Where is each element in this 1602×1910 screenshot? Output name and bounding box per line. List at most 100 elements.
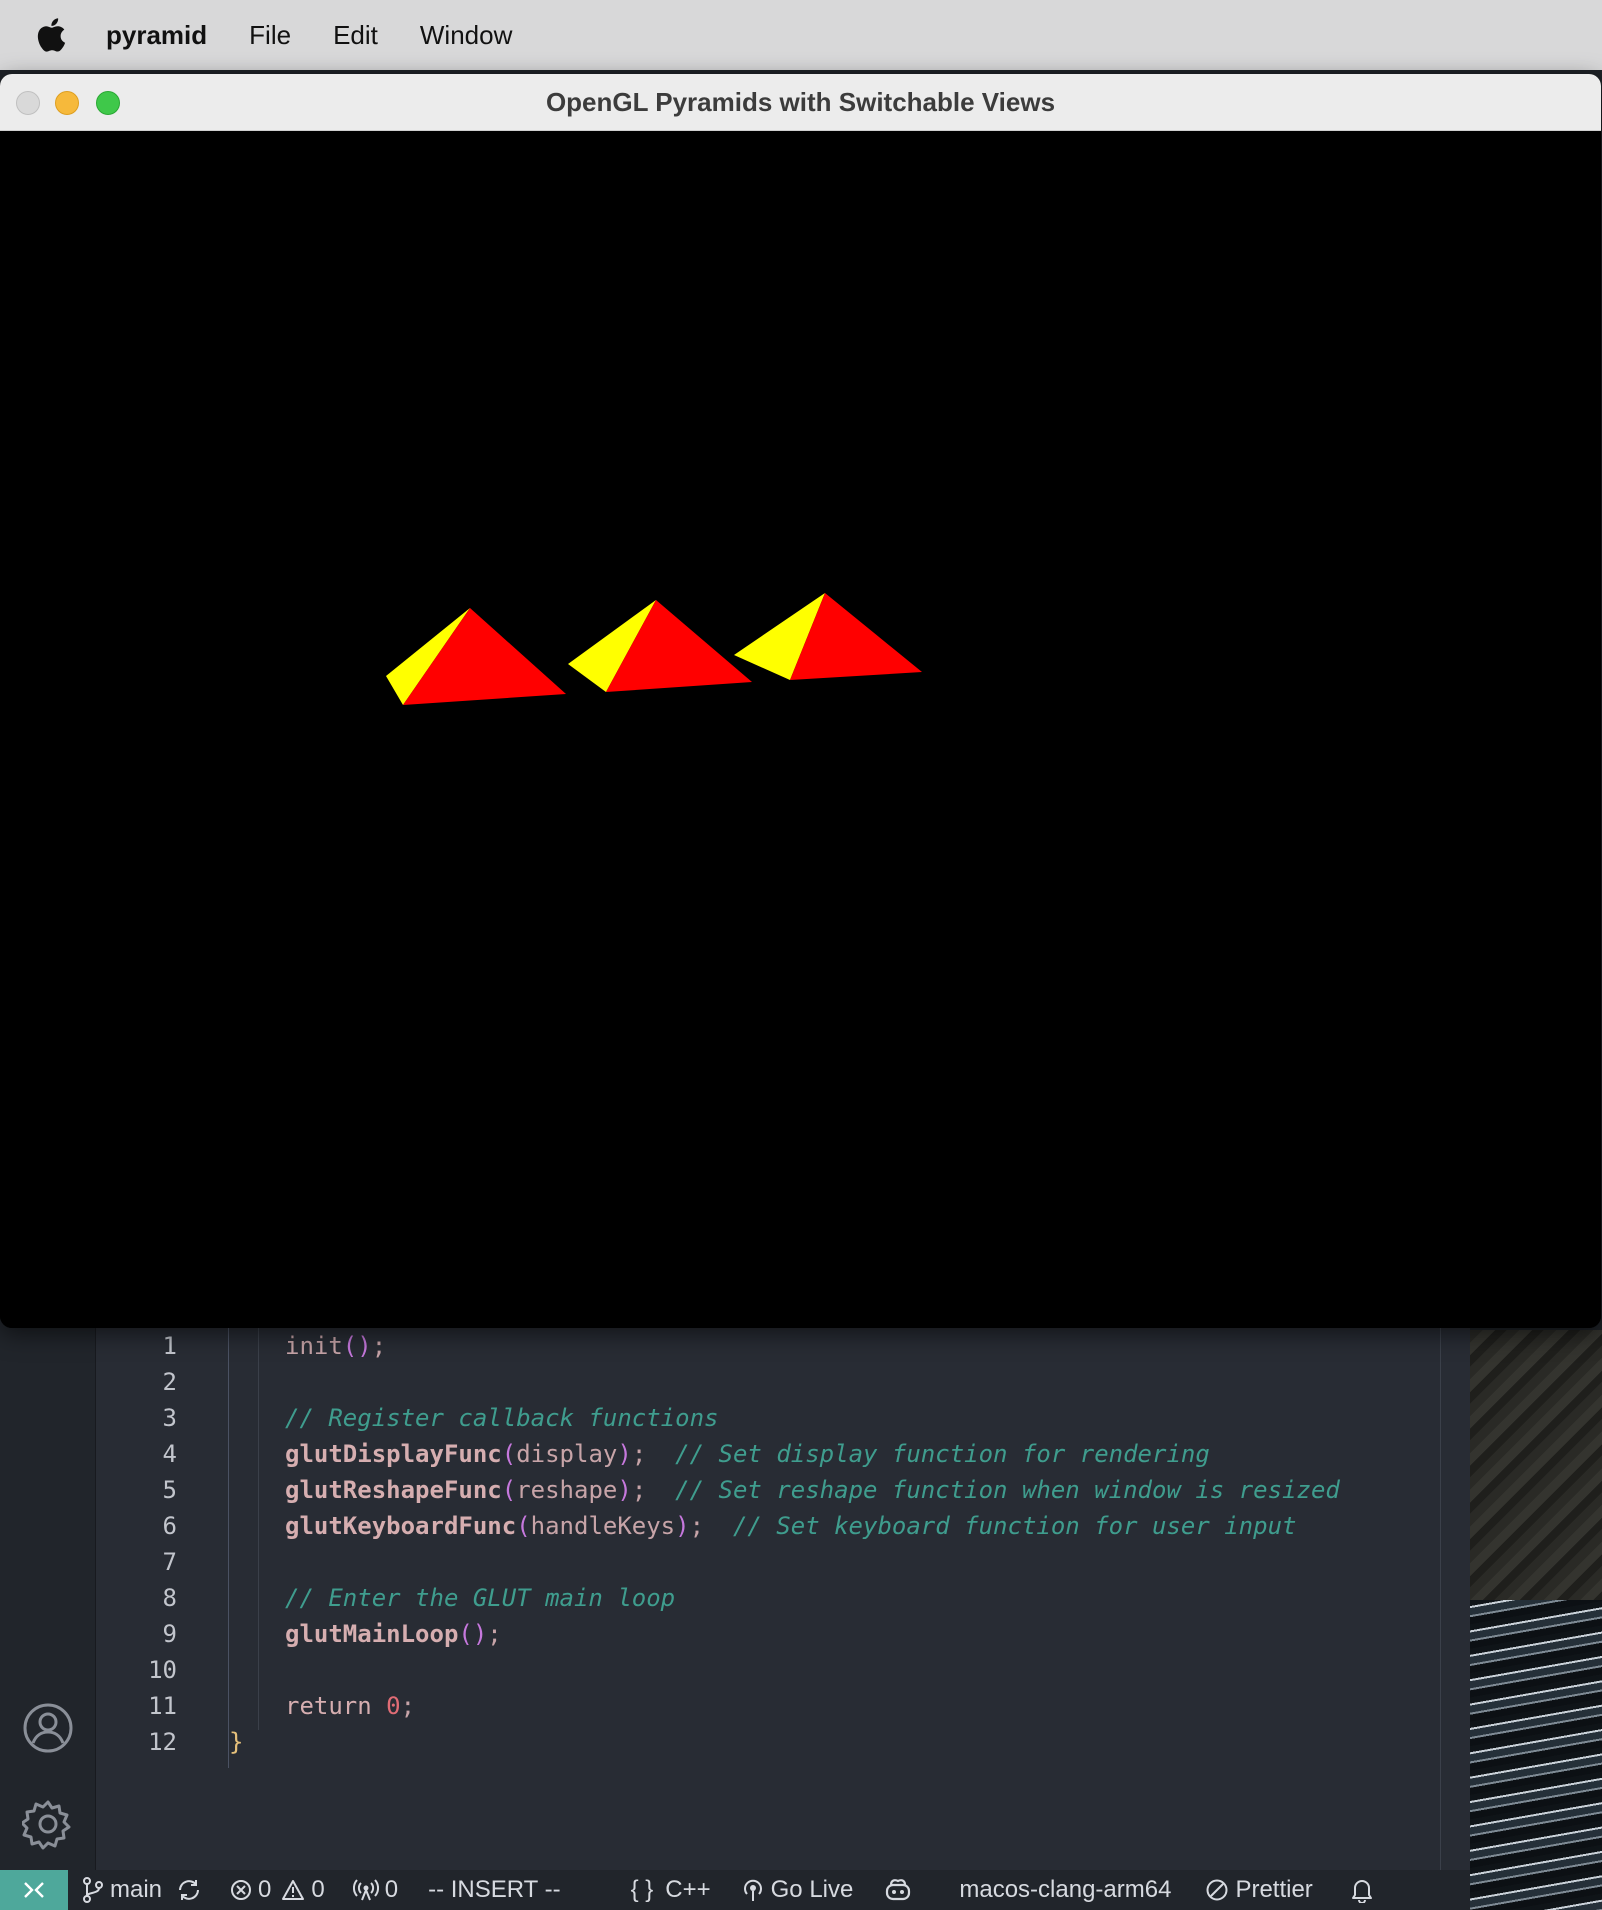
line-number: 6 [162,1512,177,1540]
line-number: 7 [162,1548,177,1576]
wallpaper-rock [1470,1330,1602,1600]
code-line[interactable]: 5 glutReshapeFunc(reshape); // Set reshap… [95,1472,1435,1508]
code-line[interactable]: 9 glutMainLoop(); [95,1616,1435,1652]
window-title: OpenGL Pyramids with Switchable Views [545,86,1056,117]
code-token: ) [675,1512,690,1540]
code-line[interactable]: 7 [95,1544,1435,1580]
code-token: // Set reshape function when window is r… [675,1476,1340,1504]
settings-gear-icon[interactable] [20,1798,74,1850]
git-branch-icon [83,1877,103,1903]
line-code: } [229,1724,243,1760]
sync-button[interactable] [176,1877,208,1903]
menu-window[interactable]: Window [420,0,512,70]
code-token: // Enter the GLUT main loop [285,1584,676,1612]
code-token: glutReshapeFunc [285,1476,502,1504]
error-count: 0 [258,1876,272,1903]
prettier-status[interactable]: Prettier [1205,1876,1313,1904]
go-live-button[interactable]: Go Live [741,1876,854,1904]
code-token: ; [371,1332,387,1360]
line-code: glutMainLoop(); [285,1616,502,1652]
braces-icon: { } [630,1876,654,1903]
line-number: 3 [162,1404,177,1432]
vim-mode: -- INSERT -- [428,1876,561,1903]
code-token: 0 [386,1692,401,1720]
copilot-button[interactable] [883,1877,919,1903]
branch-name: main [110,1876,163,1903]
broadcast-icon [352,1879,379,1901]
wallpaper-water [1470,1600,1602,1910]
gl-viewport[interactable] [0,131,1601,1328]
code-token: init [285,1332,343,1360]
line-number: 11 [148,1692,177,1720]
code-token: ( [501,1440,517,1468]
code-line[interactable]: 11 return 0; [95,1688,1435,1724]
broadcast-live-icon [743,1879,762,1901]
window-minimize-button[interactable] [55,91,79,115]
code-token: () [458,1620,488,1648]
line-number: 9 [162,1620,177,1648]
code-token: ; [400,1692,416,1720]
language-label: C++ [665,1876,711,1903]
line-code: return 0; [285,1688,415,1724]
line-code: glutKeyboardFunc(handleKeys); // Set key… [285,1508,1296,1544]
window-zoom-button[interactable] [96,91,120,115]
sync-icon [179,1880,200,1900]
cmake-config[interactable]: macos-clang-arm64 [959,1876,1171,1904]
warning-icon [282,1880,305,1900]
ports-status[interactable]: 0 [352,1876,399,1904]
activity-bar [0,1320,96,1870]
code-token: // Register callback functions [285,1404,719,1432]
pyramid-scene [386,593,922,705]
minimap-border [1440,1320,1441,1870]
code-token: ; [689,1512,733,1540]
remote-indicator[interactable] [0,1870,68,1910]
notifications-button[interactable] [1351,1877,1379,1903]
accounts-icon[interactable] [22,1702,74,1754]
code-line[interactable]: 12} [95,1724,1435,1760]
pyramid-2 [568,600,752,692]
bell-icon [1351,1880,1372,1903]
code-line[interactable]: 6 glutKeyboardFunc(handleKeys); // Set ke… [95,1508,1435,1544]
go-live-label: Go Live [770,1876,854,1903]
code-token: display [516,1440,618,1468]
window-close-button[interactable] [16,91,40,115]
code-line[interactable]: 8 // Enter the GLUT main loop [95,1580,1435,1616]
code-token: ) [617,1476,632,1504]
menu-file[interactable]: File [249,0,291,70]
code-line[interactable]: 3 // Register callback functions [95,1400,1435,1436]
pyramid-3 [734,593,922,680]
line-code: glutDisplayFunc(display); // Set display… [285,1436,1210,1472]
menu-edit[interactable]: Edit [333,0,378,70]
status-bar: main 0 0 0 -- INSERT -- { } C++ Go Live … [0,1870,1470,1910]
code-token: ( [501,1476,517,1504]
line-number: 10 [148,1656,177,1684]
menu-app-name[interactable]: pyramid [106,0,207,70]
code-line[interactable]: 1 init(); [95,1328,1435,1364]
code-token: ; [487,1620,502,1648]
ports-count: 0 [384,1876,399,1903]
code-token: glutKeyboardFunc [285,1512,517,1540]
language-mode[interactable]: { } C++ [631,1876,711,1904]
line-number: 8 [162,1584,177,1612]
line-code: // Register callback functions [285,1400,718,1436]
code-line[interactable]: 2 [95,1364,1435,1400]
menu-bar: pyramid File Edit Window [0,0,1602,70]
code-token: ) [617,1440,632,1468]
line-number: 12 [148,1728,177,1756]
code-token: () [342,1332,372,1360]
code-token: ; [631,1440,676,1468]
branch-status[interactable]: main [82,1876,162,1904]
code-line[interactable]: 10 [95,1652,1435,1688]
code-token: glutDisplayFunc [285,1440,502,1468]
line-number: 2 [162,1368,177,1396]
apple-menu-icon[interactable] [36,17,72,53]
line-number: 4 [162,1440,177,1468]
warning-count: 0 [311,1876,325,1903]
code-token: handleKeys [530,1512,676,1540]
problems-status[interactable]: 0 0 [230,1876,325,1904]
code-token: } [229,1728,244,1756]
window-titlebar[interactable]: OpenGL Pyramids with Switchable Views [0,74,1601,131]
opengl-window[interactable]: OpenGL Pyramids with Switchable Views [0,74,1601,1328]
code-line[interactable]: 4 glutDisplayFunc(display); // Set displa… [95,1436,1435,1472]
desktop-wallpaper [1470,1330,1602,1910]
